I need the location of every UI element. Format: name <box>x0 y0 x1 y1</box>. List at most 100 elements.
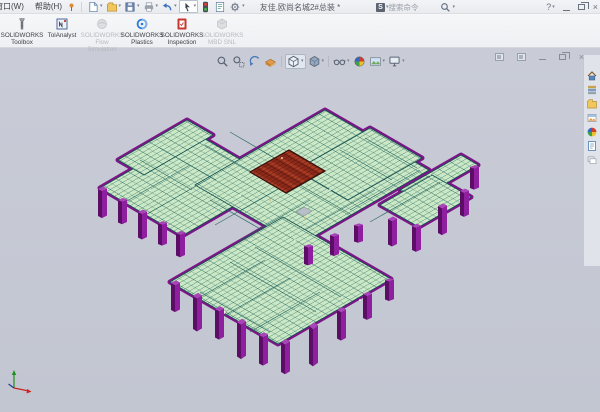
window-pane-icon[interactable] <box>495 53 504 61</box>
taskpane-home-tab[interactable] <box>585 69 599 82</box>
section-view-button[interactable] <box>263 54 278 69</box>
coordinate-triad <box>9 370 32 394</box>
taskpane-forum-tab[interactable] <box>585 153 599 166</box>
dropdown-caret: ▾ <box>137 4 140 9</box>
taskpane-file-explorer-tab[interactable] <box>585 97 599 110</box>
zoom-to-fit-button[interactable] <box>215 54 230 69</box>
undo-arrow-icon <box>161 1 173 13</box>
taskpane-appearances-tab[interactable] <box>585 125 599 138</box>
restore-button[interactable] <box>578 4 585 10</box>
hide-show-items-button[interactable]: ▾ <box>332 54 351 69</box>
addin-label-line: Simulation <box>87 46 116 53</box>
help-button[interactable]: ? ▾ <box>546 3 555 12</box>
graphics-area[interactable]: × <box>0 48 600 412</box>
taskpane-design-library-tab[interactable] <box>585 83 599 96</box>
view-settings-monitor-icon <box>388 55 401 68</box>
dropdown-caret: ▾ <box>402 59 405 64</box>
addin-label-line: Plastics <box>131 39 153 46</box>
help-glyph: ? <box>546 3 551 12</box>
heads-up-view-toolbar: ▾ ▾ ▾ <box>215 54 406 69</box>
dropdown-caret: ▾ <box>552 5 555 10</box>
flow-simulation-icon <box>95 17 109 31</box>
addin-label-line: Inspection <box>168 39 197 46</box>
dropdown-caret: ▾ <box>100 4 103 9</box>
file-properties-button[interactable] <box>213 0 227 13</box>
glasses-icon <box>333 55 346 68</box>
previous-view-button[interactable] <box>247 54 262 69</box>
apply-scene-button[interactable]: ▾ <box>368 54 387 69</box>
dropdown-caret: ▾ <box>452 5 455 10</box>
previous-view-icon <box>248 55 261 68</box>
zoom-to-fit-icon <box>216 55 229 68</box>
view-palette-icon <box>586 112 598 124</box>
addin-label-line: MBD SNL <box>208 39 236 46</box>
taskpane-view-palette-tab[interactable] <box>585 111 599 124</box>
dropdown-caret: ▾ <box>383 59 386 64</box>
toolbox-bolt-icon <box>15 17 29 31</box>
view-settings-button[interactable]: ▾ <box>387 54 406 69</box>
addin-label-line: Flow <box>95 39 108 46</box>
addin-solidworks-mbd-snl: SOLIDWORKS MBD SNL <box>202 16 242 46</box>
appearances-ball-icon <box>586 126 598 138</box>
menu-window[interactable]: 窗口(W) <box>0 0 26 13</box>
addin-flow-simulation: SOLIDWORKS Flow Simulation <box>82 16 122 53</box>
rebuild-button[interactable] <box>199 0 212 13</box>
dropdown-caret: ▾ <box>119 4 122 9</box>
new-document-icon <box>87 1 99 13</box>
home-icon <box>586 70 598 82</box>
open-document-button[interactable]: ▾ <box>105 0 123 13</box>
toolbar-divider <box>81 2 82 12</box>
document-window-controls: × <box>495 52 584 62</box>
title-bar: 窗口(W) 帮助(H) ▾ ▾ ▾ <box>0 0 600 14</box>
addin-tolanalyst[interactable]: TolAnalyst <box>42 16 82 39</box>
edit-appearance-button[interactable] <box>352 54 367 69</box>
appearance-ball-icon <box>353 55 366 68</box>
select-tool-button[interactable]: ▾ <box>179 0 199 13</box>
minimize-button[interactable] <box>563 4 570 11</box>
save-button[interactable]: ▾ <box>123 0 141 13</box>
zoom-to-area-button[interactable] <box>231 54 246 69</box>
menu-bar: 窗口(W) 帮助(H) <box>0 0 64 13</box>
addin-label-line: SOLIDWORKS <box>121 32 164 39</box>
restore-icon <box>578 4 585 10</box>
new-document-button[interactable]: ▾ <box>86 0 104 13</box>
view-orientation-button[interactable]: ▾ <box>285 54 306 69</box>
print-button[interactable]: ▾ <box>142 0 160 13</box>
addin-solidworks-toolbox[interactable]: SOLIDWORKS Toolbox <box>2 16 42 46</box>
file-properties-icon <box>214 1 226 13</box>
zoom-to-area-icon <box>232 55 245 68</box>
toolbar-divider <box>281 56 282 67</box>
addin-solidworks-inspection[interactable]: SOLIDWORKS Inspection <box>162 16 202 46</box>
taskpane-custom-properties-tab[interactable] <box>585 139 599 152</box>
forum-icon <box>586 154 598 166</box>
options-button[interactable]: ▾ <box>228 0 246 13</box>
solidworks-window: 窗口(W) 帮助(H) ▾ ▾ ▾ <box>0 0 600 412</box>
open-folder-icon <box>106 1 118 13</box>
select-cursor-icon <box>181 1 193 13</box>
doc-restore-button[interactable] <box>559 52 566 62</box>
custom-properties-icon <box>586 140 598 152</box>
doc-minimize-button[interactable] <box>539 52 546 62</box>
undo-button[interactable]: ▾ <box>160 0 178 13</box>
dropdown-caret: ▾ <box>242 4 245 9</box>
x-axis <box>14 388 29 391</box>
addin-label-line: Toolbox <box>11 39 33 46</box>
solidworks-logo-icon[interactable]: S <box>376 3 385 12</box>
close-button[interactable]: × <box>593 3 598 12</box>
window-controls: ? ▾ × <box>546 1 598 13</box>
addin-label-line: SOLIDWORKS <box>81 32 124 39</box>
pin-menu-icon[interactable] <box>67 2 77 12</box>
plastics-swirl-icon <box>135 17 149 31</box>
task-pane-strip <box>583 55 600 267</box>
save-icon <box>124 1 136 13</box>
search-input[interactable] <box>388 2 440 13</box>
file-explorer-folder-icon <box>586 98 598 110</box>
doc-close-button[interactable]: × <box>579 52 584 62</box>
search-icon[interactable] <box>440 2 451 13</box>
display-style-button[interactable]: ▾ <box>307 54 326 69</box>
menu-help[interactable]: 帮助(H) <box>33 0 64 13</box>
dropdown-caret: ▾ <box>174 4 177 9</box>
model-3d-view[interactable] <box>0 48 600 412</box>
addin-solidworks-plastics[interactable]: SOLIDWORKS Plastics <box>122 16 162 46</box>
window-pane-icon[interactable] <box>517 53 526 61</box>
